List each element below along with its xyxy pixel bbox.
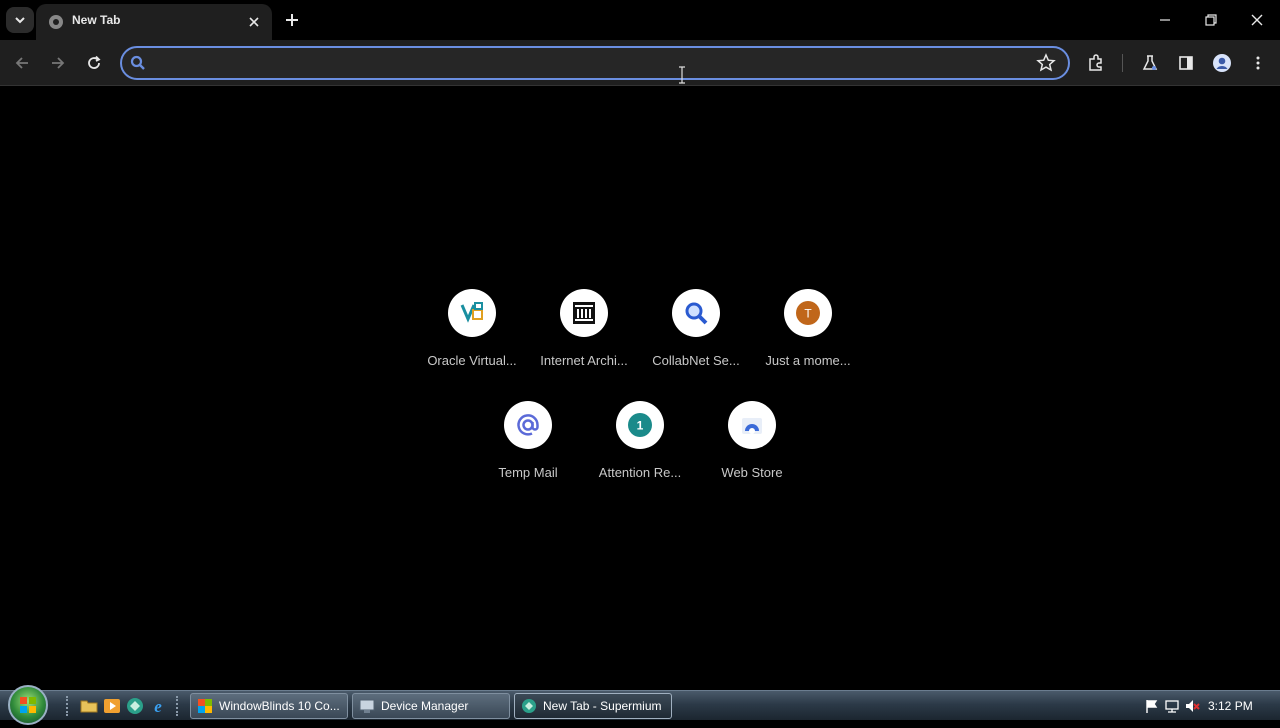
- taskbar-button-windowblinds[interactable]: WindowBlinds 10 Co...: [190, 693, 348, 719]
- web-store-icon: [742, 418, 762, 434]
- shortcut-oracle-virtualbox[interactable]: Oracle Virtual...: [416, 289, 528, 389]
- supermium-icon: [522, 699, 536, 713]
- text-cursor-icon: [679, 66, 685, 84]
- taskbar-button-label: Device Manager: [381, 699, 469, 713]
- search-icon: [685, 302, 708, 325]
- plus-icon: [286, 14, 298, 26]
- arrow-left-icon: [15, 57, 28, 69]
- toolbar-grip[interactable]: [66, 696, 70, 716]
- shortcut-label: Internet Archi...: [540, 353, 628, 368]
- shortcut-temp-mail[interactable]: Temp Mail: [472, 401, 584, 501]
- avatar-icon: [1213, 54, 1231, 72]
- close-window-button[interactable]: [1234, 0, 1280, 40]
- chevron-down-icon: [15, 17, 25, 24]
- puzzle-icon: [1089, 54, 1102, 71]
- side-panel-icon: [1179, 56, 1193, 70]
- address-bar[interactable]: [120, 46, 1070, 80]
- toolbar-grip[interactable]: [176, 696, 180, 716]
- windowblinds-icon: [198, 699, 212, 713]
- reload-icon: [88, 55, 101, 69]
- svg-text:T: T: [804, 307, 812, 321]
- tab-close-button[interactable]: [244, 12, 264, 32]
- letter-avatar-icon: T: [796, 301, 820, 325]
- shortcut-collabnet-search[interactable]: CollabNet Se...: [640, 289, 752, 389]
- minimize-button[interactable]: [1142, 0, 1188, 40]
- close-icon: [1251, 14, 1263, 26]
- search-icon: [130, 55, 145, 70]
- profile-button[interactable]: [1208, 49, 1236, 77]
- shortcut-tile: [560, 289, 608, 337]
- taskbar-button-device-manager[interactable]: Device Manager: [352, 693, 510, 719]
- action-center-flag-icon[interactable]: [1144, 698, 1160, 714]
- network-icon[interactable]: [1164, 698, 1180, 714]
- shortcut-tile: [448, 289, 496, 337]
- tab-strip: New Tab: [0, 0, 1280, 40]
- shortcut-label: CollabNet Se...: [652, 353, 740, 368]
- shortcut-tile: [728, 401, 776, 449]
- archive-building-icon: [573, 302, 595, 324]
- internet-explorer-icon[interactable]: e: [149, 697, 167, 715]
- extensions-button[interactable]: [1082, 49, 1110, 77]
- shortcut-label: Temp Mail: [498, 465, 558, 480]
- flask-icon: [1142, 55, 1158, 70]
- media-player-icon[interactable]: [103, 697, 121, 715]
- tab-search-button[interactable]: [6, 7, 34, 33]
- svg-text:1: 1: [637, 419, 644, 433]
- minimize-icon: [1160, 19, 1170, 21]
- taskbar-button-label: WindowBlinds 10 Co...: [219, 699, 340, 713]
- virtualbox-icon: [460, 302, 483, 323]
- arrow-right-icon: [52, 57, 65, 69]
- active-tab[interactable]: New Tab: [36, 4, 272, 40]
- shortcut-internet-archive[interactable]: Internet Archi...: [528, 289, 640, 389]
- shortcut-tile: 1: [616, 401, 664, 449]
- more-vertical-icon: [1256, 56, 1260, 70]
- back-button[interactable]: [8, 49, 36, 77]
- device-manager-icon: [359, 699, 375, 713]
- shortcut-web-store[interactable]: Web Store: [696, 401, 808, 501]
- taskbar-button-new-tab-supermium[interactable]: New Tab - Supermium: [514, 693, 672, 719]
- new-tab-button[interactable]: [280, 8, 304, 32]
- svg-text:e: e: [154, 697, 162, 715]
- forward-button[interactable]: [44, 49, 72, 77]
- shortcut-tile: T: [784, 289, 832, 337]
- shortcut-label: Oracle Virtual...: [427, 353, 517, 368]
- shortcut-just-a-moment[interactable]: T Just a mome...: [752, 289, 864, 389]
- folder-icon[interactable]: [80, 697, 98, 715]
- labs-button[interactable]: [1136, 49, 1164, 77]
- taskbar-button-label: New Tab - Supermium: [543, 699, 662, 713]
- at-sign-icon: [517, 414, 539, 436]
- shortcut-attention-required[interactable]: 1 Attention Re...: [584, 401, 696, 501]
- globe-icon: [49, 15, 63, 29]
- tab-title: New Tab: [72, 13, 121, 27]
- side-panel-button[interactable]: [1172, 49, 1200, 77]
- shortcut-label: Web Store: [721, 465, 783, 480]
- toolbar-divider: [1122, 54, 1123, 72]
- taskbar-clock[interactable]: 3:12 PM: [1208, 699, 1253, 713]
- shortcut-tile: [672, 289, 720, 337]
- address-input[interactable]: [154, 51, 1034, 75]
- supermium-icon[interactable]: [126, 697, 144, 715]
- taskbar: e WindowBlinds 10 Co... Device Manager N…: [0, 685, 1280, 725]
- star-icon[interactable]: [1036, 53, 1056, 73]
- restore-icon: [1205, 14, 1217, 26]
- restore-button[interactable]: [1188, 0, 1234, 40]
- close-icon: [249, 17, 259, 27]
- menu-button[interactable]: [1244, 49, 1272, 77]
- number-badge-icon: 1: [628, 413, 652, 437]
- shortcut-label: Just a mome...: [765, 353, 851, 368]
- shortcut-tile: [504, 401, 552, 449]
- browser-toolbar: [0, 40, 1280, 86]
- reload-button[interactable]: [80, 49, 108, 77]
- volume-muted-icon[interactable]: [1184, 698, 1200, 714]
- start-button[interactable]: [8, 685, 48, 725]
- shortcut-label: Attention Re...: [598, 465, 682, 480]
- windows-logo-icon: [20, 697, 36, 713]
